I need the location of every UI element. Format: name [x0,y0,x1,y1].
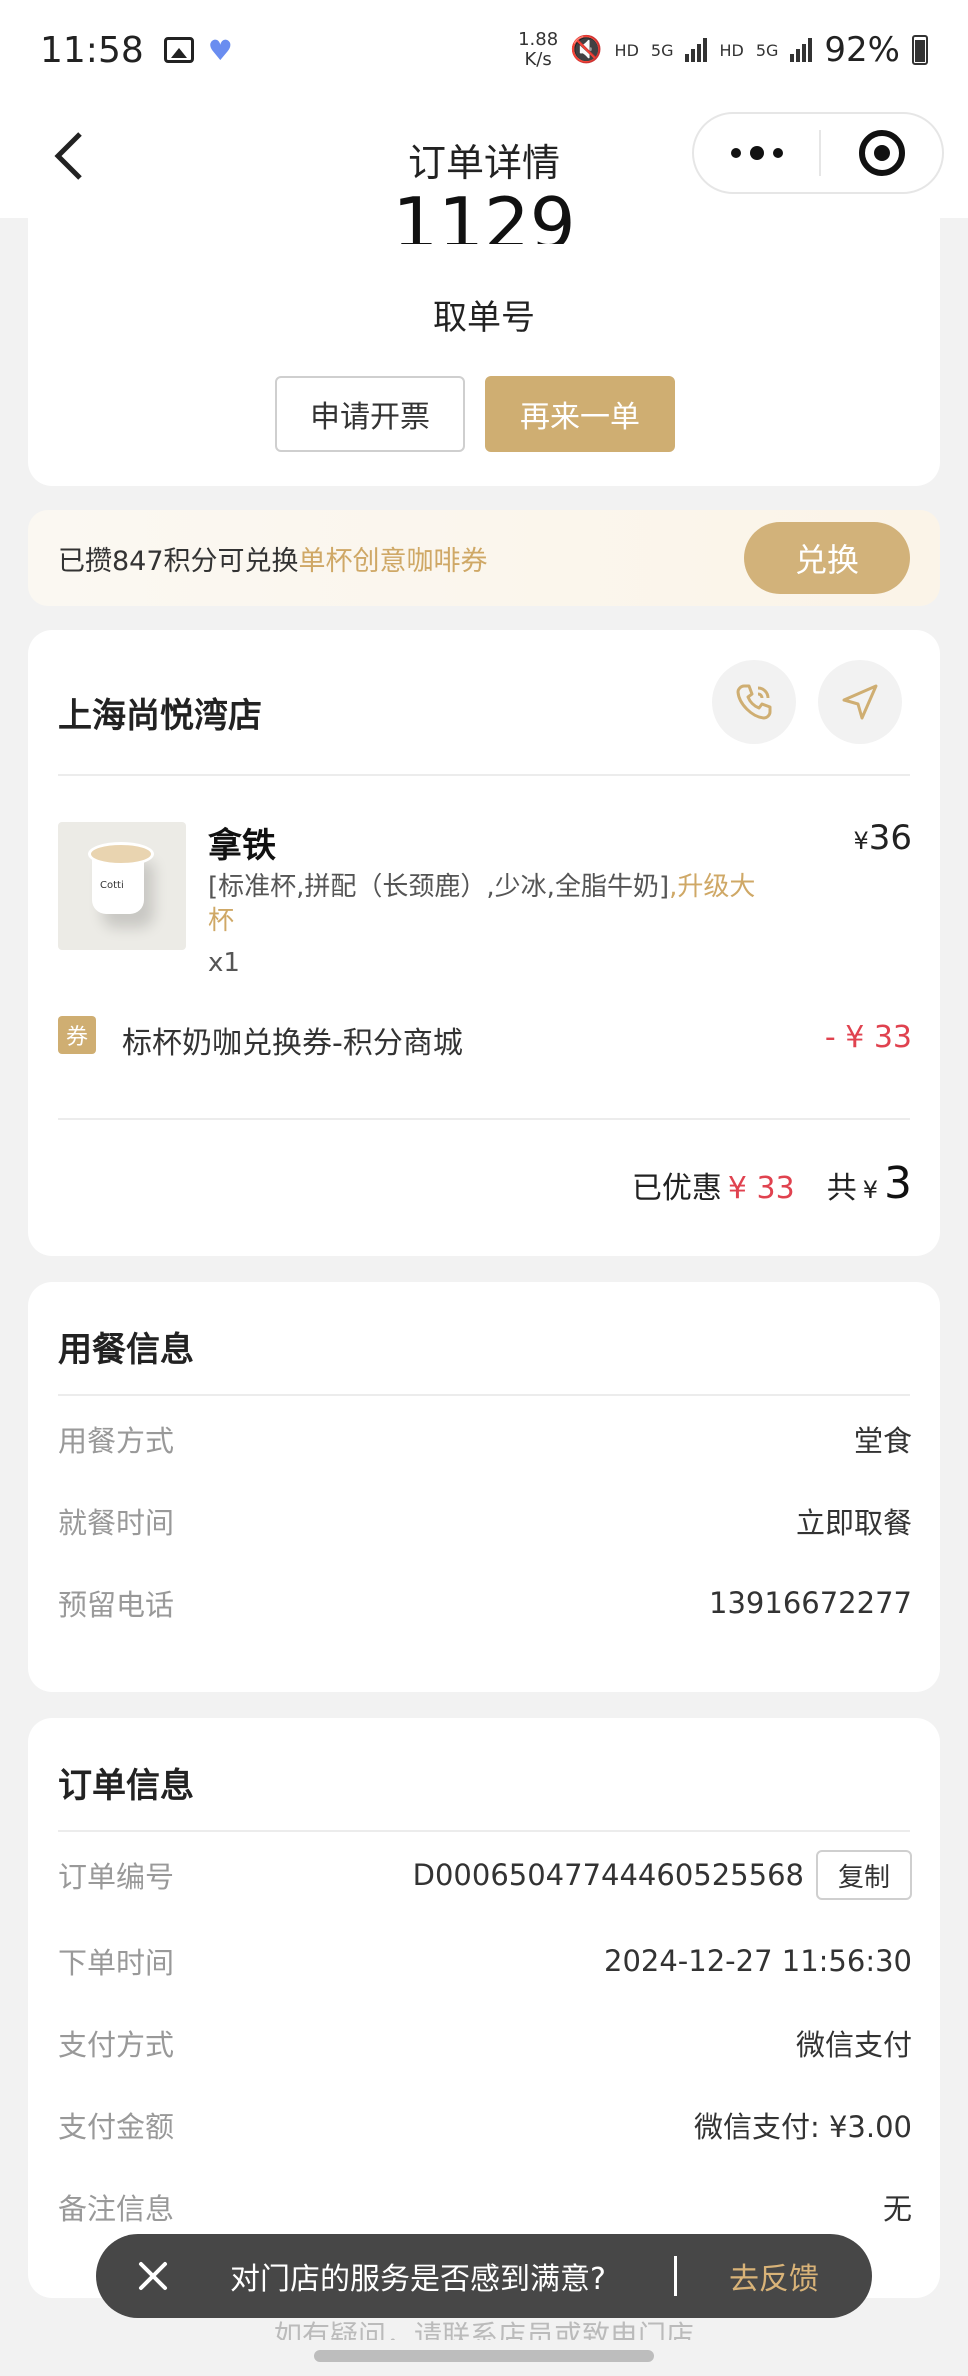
heart-icon: ♥ [207,33,233,67]
coupon-amount: - ¥ 33 [824,1020,912,1055]
home-indicator[interactable] [314,2350,654,2362]
close-miniprogram-button[interactable] [821,130,942,176]
product-name: 拿铁 [208,826,276,866]
reserved-phone: 13916672277 [709,1586,912,1620]
pickup-number: 1129 [392,184,576,244]
feedback-button[interactable]: 去反馈 [729,2254,819,2298]
points-reward-link[interactable]: 单杯创意咖啡券 [299,539,488,578]
navigation-icon [842,684,878,720]
store-card: 上海尚悦湾店 Cotti 拿铁 ¥36 [标准杯,拼配（长颈鹿）,少冰,全脂牛奶… [28,630,940,1256]
order-total: 已优惠 ¥ 33 共 ¥ 3 [631,1158,912,1209]
product-image: Cotti [58,822,186,950]
total-amount: 3 [884,1158,912,1209]
phone-icon [736,684,772,720]
section-title: 用餐信息 [58,1330,194,1370]
pickup-label: 取单号 [433,298,535,338]
gallery-icon [163,37,194,63]
feedback-question: 对门店的服务是否感到满意? [230,2262,606,2297]
more-button[interactable] [694,114,819,192]
info-row: 订单编号 D000650477444605255​68 复制 [58,1850,912,1900]
coupon-badge: 券 [58,1016,96,1054]
info-row: 就餐时间 立即取餐 [58,1506,912,1540]
order-number: D000650477444605255​68 [412,1858,804,1892]
signal-icon [685,38,708,62]
battery-icon [912,35,928,65]
status-bar: 11:58 ♥ 1.88 K/s 🔇 HD 5G HD 5G 92% [0,0,968,100]
info-row: 用餐方式 堂食 [58,1424,912,1458]
store-name: 上海尚悦湾店 [58,696,262,736]
info-row: 下单时间 2024-12-27 11:56:30 [58,1944,912,1980]
status-time: 11:58 [40,29,144,71]
pickup-card: 1129 取单号 申请开票 再来一单 [28,184,940,486]
chevron-left-icon [54,132,82,180]
discount-amount: ¥ 33 [727,1171,795,1206]
product-spec: [标准杯,拼配（长颈鹿）,少冰,全脂牛奶],升级大杯 [208,872,756,936]
navigate-button[interactable] [818,660,902,744]
section-title: 订单信息 [58,1766,194,1806]
target-icon [858,130,905,176]
exchange-button[interactable]: 兑换 [744,522,910,594]
info-row: 支付方式 微信支付 [58,2028,912,2062]
signal-icon [790,38,813,62]
info-row: 备注信息 无 [58,2192,912,2226]
product-price: ¥36 [853,818,912,858]
reorder-button[interactable]: 再来一单 [485,376,675,452]
feedback-toast: 对门店的服务是否感到满意? 去反馈 [96,2234,872,2318]
back-button[interactable] [40,126,100,186]
footer-note: 如有疑问，请联系店员或致电门店 [273,2319,694,2340]
product-quantity: x1 [208,948,240,978]
info-row: 预留电话 13916672277 [58,1586,912,1622]
apply-invoice-button[interactable]: 申请开票 [275,376,465,452]
info-row: 支付金额 微信支付: ¥3.00 [58,2110,912,2144]
coupon-name: 标杯奶咖兑换券-积分商城 [122,1026,463,1061]
mute-icon: 🔇 [570,35,603,65]
call-store-button[interactable] [712,660,796,744]
order-info-card: 订单信息 订单编号 D000650477444605255​68 复制 下单时间… [28,1718,940,2298]
network-speed: 1.88 K/s [518,29,559,70]
dining-info-card: 用餐信息 用餐方式 堂食 就餐时间 立即取餐 预留电话 13916672277 [28,1282,940,1692]
copy-button[interactable]: 复制 [816,1850,912,1900]
points-text: 已攒847积分可兑换 [58,545,299,577]
page-title: 订单详情 [407,140,560,185]
points-banner: 已攒847积分可兑换 单杯创意咖啡券 兑换 [28,510,940,606]
mini-program-capsule [692,112,944,194]
battery-level: 92% [824,30,900,70]
close-icon[interactable] [136,2259,170,2293]
